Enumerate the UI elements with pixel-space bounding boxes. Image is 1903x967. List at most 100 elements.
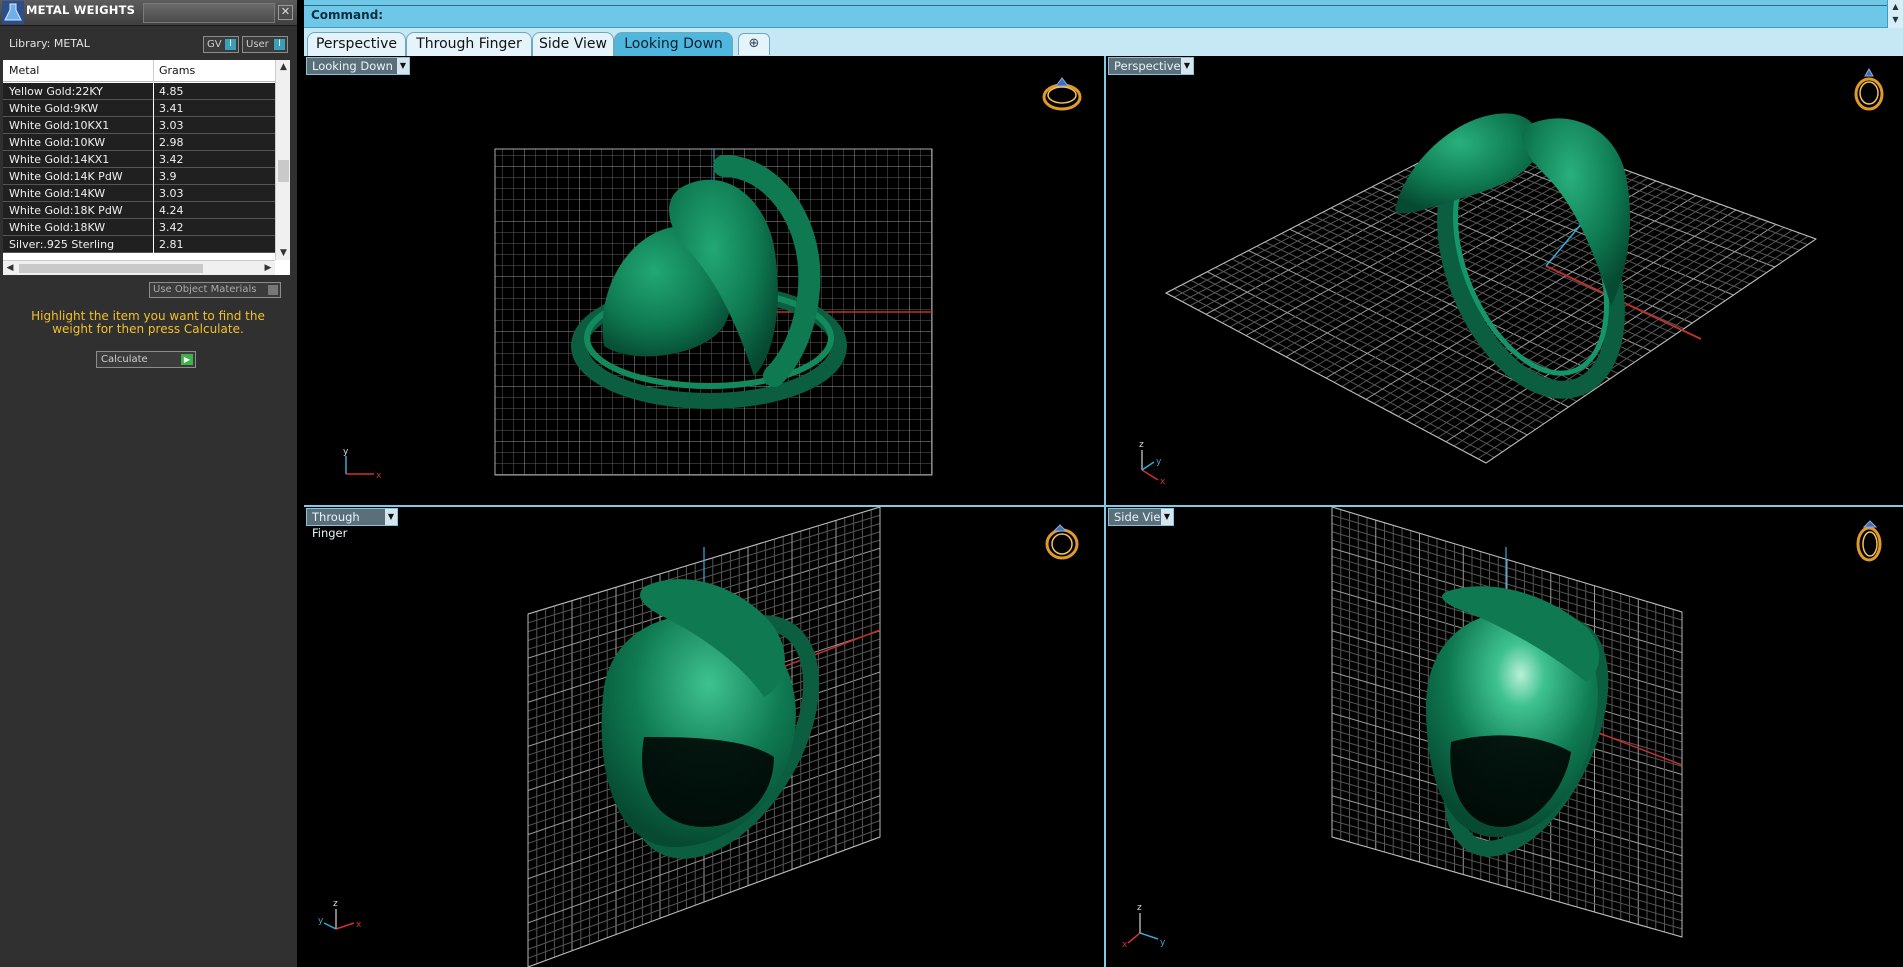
- metal-cell: White Gold:14K PdW: [9, 170, 123, 183]
- hscroll-thumb[interactable]: [19, 264, 203, 273]
- flask-icon: [2, 1, 24, 24]
- grams-cell: 2.81: [159, 238, 184, 251]
- view-tabs: Perspective Through Finger Side View Loo…: [304, 28, 1903, 56]
- viewport-label: Looking Down: [312, 59, 393, 73]
- viewport-side-view[interactable]: Side View ▼ x y z: [1106, 507, 1903, 967]
- axis-y-label: y: [343, 447, 349, 457]
- table-row[interactable]: White Gold:14K PdW 3.9: [3, 168, 275, 185]
- axis-y-label: y: [1160, 938, 1166, 948]
- table-row[interactable]: Yellow Gold:22KY 4.85: [3, 83, 275, 100]
- viewport-perspective[interactable]: Perspective ▼ x y z: [1106, 56, 1903, 505]
- metal-cell: White Gold:10KX1: [9, 119, 110, 132]
- axis-triad-icon: x y z: [318, 899, 362, 930]
- grams-cell: 3.42: [159, 153, 184, 166]
- ring-icon[interactable]: [1039, 68, 1085, 114]
- grams-cell: 4.24: [159, 204, 184, 217]
- command-bar[interactable]: Command: ▲ ▼: [304, 0, 1903, 28]
- table-row[interactable]: White Gold:14KW 3.03: [3, 185, 275, 202]
- column-header-metal[interactable]: Metal: [9, 64, 39, 77]
- tab-through-finger[interactable]: Through Finger: [406, 32, 532, 56]
- axis-z-label: z: [333, 899, 338, 909]
- library-label: Library: METAL: [9, 37, 90, 50]
- scroll-right-icon[interactable]: ▶: [261, 261, 275, 276]
- tab-looking-down[interactable]: Looking Down: [614, 32, 733, 56]
- axis-x-label: x: [1160, 477, 1166, 486]
- column-header-grams[interactable]: Grams: [159, 64, 195, 77]
- axis-z-label: z: [1137, 903, 1142, 913]
- table-header: Metal Grams: [3, 60, 275, 82]
- axis-x-label: x: [1122, 940, 1128, 949]
- table-vertical-scrollbar[interactable]: ▲ ▼: [275, 60, 290, 260]
- scroll-thumb[interactable]: [278, 160, 289, 182]
- table-row[interactable]: White Gold:10KW 2.98: [3, 134, 275, 151]
- use-object-materials-toggle[interactable]: Use Object Materials: [149, 282, 281, 298]
- table-row[interactable]: White Gold:18K PdW 4.24: [3, 202, 275, 219]
- grams-cell: 2.98: [159, 136, 184, 149]
- axis-y-label: y: [318, 916, 324, 926]
- table-row[interactable]: White Gold:18KW 3.42: [3, 219, 275, 236]
- viewport-label: Perspective: [1114, 59, 1181, 73]
- axis-z-label: z: [1139, 440, 1144, 450]
- metal-cell: White Gold:18KW: [9, 221, 106, 234]
- axis-x-label: x: [356, 920, 362, 930]
- table-rows: Yellow Gold:22KY 4.85 White Gold:9KW 3.41 …: [3, 83, 275, 253]
- viewport-through-finger[interactable]: Through Finger ▼ x y z: [304, 507, 1104, 967]
- tab-perspective[interactable]: Perspective: [307, 32, 406, 56]
- gv-button[interactable]: GV I: [203, 36, 239, 53]
- grams-cell: 3.03: [159, 119, 184, 132]
- close-icon[interactable]: ✕: [278, 5, 293, 20]
- axis-triad-icon: x y z: [1139, 440, 1166, 486]
- grams-cell: 3.9: [159, 170, 177, 183]
- tab-side-view[interactable]: Side View: [532, 32, 614, 56]
- table-row[interactable]: White Gold:14KX1 3.42: [3, 151, 275, 168]
- metal-cell: White Gold:14KX1: [9, 153, 110, 166]
- axis-x-label: x: [376, 471, 382, 481]
- grams-cell: 4.85: [159, 85, 184, 98]
- viewport-looking-down[interactable]: Looking Down ▼ x y: [304, 56, 1104, 505]
- metal-cell: Silver:.925 Sterling: [9, 238, 115, 251]
- calculate-button[interactable]: Calculate ▶: [96, 351, 196, 368]
- viewport-menu[interactable]: Through Finger ▼: [306, 508, 398, 540]
- axis-y-label: y: [1156, 457, 1162, 467]
- viewport-menu[interactable]: Perspective ▼: [1108, 57, 1194, 75]
- toggle-indicator-icon: [268, 285, 278, 295]
- table-horizontal-scrollbar[interactable]: ◀ ▶: [3, 260, 275, 275]
- chevron-down-icon[interactable]: ▼: [385, 509, 397, 525]
- use-object-materials-label: Use Object Materials: [153, 284, 257, 295]
- grams-cell: 3.41: [159, 102, 184, 115]
- user-button[interactable]: User I: [242, 36, 288, 53]
- metal-cell: Yellow Gold:22KY: [9, 85, 103, 98]
- command-scroll-icon[interactable]: ▲ ▼: [1887, 0, 1903, 28]
- scroll-down-icon[interactable]: ▼: [276, 246, 291, 260]
- panel-title: METAL WEIGHTS: [26, 3, 136, 17]
- viewport-menu[interactable]: Side View ▼: [1108, 508, 1174, 526]
- chevron-down-icon[interactable]: ▼: [1181, 58, 1193, 74]
- title-drag-area[interactable]: [143, 3, 275, 23]
- scroll-up-icon[interactable]: ▲: [276, 60, 291, 74]
- add-tab-icon[interactable]: ⊕: [738, 33, 770, 55]
- ring-icon[interactable]: [1039, 519, 1085, 565]
- grams-cell: 3.03: [159, 187, 184, 200]
- perspective-scene: [1164, 113, 1818, 464]
- panel-title-bar: METAL WEIGHTS ✕: [0, 0, 297, 26]
- table-row[interactable]: Silver:.925 Sterling 2.81: [3, 236, 275, 253]
- axis-triad-icon: x y z: [1122, 903, 1166, 949]
- table-row[interactable]: White Gold:9KW 3.41: [3, 100, 275, 117]
- metal-weights-panel: METAL WEIGHTS ✕ Library: METAL GV I User…: [0, 0, 297, 967]
- command-label: Command:: [311, 8, 384, 22]
- metal-table: Metal Grams Yellow Gold:22KY 4.85 White G…: [3, 60, 290, 275]
- ring-icon[interactable]: [1846, 66, 1892, 112]
- user-button-label: User: [246, 39, 269, 50]
- chevron-down-icon[interactable]: ▼: [397, 58, 409, 74]
- chevron-down-icon[interactable]: ▼: [1161, 509, 1173, 525]
- calculate-label: Calculate: [101, 354, 148, 365]
- side-view-scene: [1331, 507, 1683, 938]
- table-row[interactable]: White Gold:10KX1 3.03: [3, 117, 275, 134]
- instruction-text: Highlight the item you want to find the …: [31, 309, 265, 336]
- viewport-area: Looking Down ▼ x y Perspective ▼ x y z T…: [304, 56, 1903, 967]
- scroll-left-icon[interactable]: ◀: [3, 261, 17, 276]
- ring-icon[interactable]: [1846, 517, 1892, 563]
- metal-cell: White Gold:9KW: [9, 102, 99, 115]
- gv-button-label: GV: [207, 39, 222, 50]
- viewport-menu[interactable]: Looking Down ▼: [306, 57, 410, 75]
